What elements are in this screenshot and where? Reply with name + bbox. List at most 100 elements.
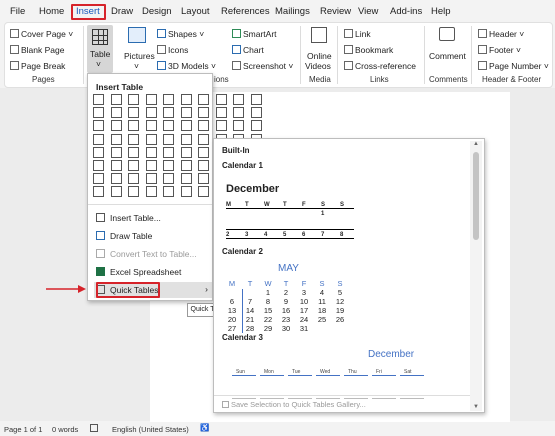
table-grid-cell[interactable] — [128, 94, 139, 105]
table-grid-cell[interactable] — [128, 146, 139, 158]
table-grid-cell[interactable] — [128, 120, 139, 132]
3d-models-button[interactable]: 3D Models ˅ — [157, 61, 216, 71]
table-grid-cell[interactable] — [110, 107, 122, 119]
table-grid-cell[interactable] — [93, 94, 104, 105]
table-grid-cell[interactable] — [145, 160, 157, 171]
table-grid-cell[interactable] — [250, 94, 262, 105]
table-grid-cell[interactable] — [180, 94, 192, 105]
page-count[interactable]: Page 1 of 1 — [4, 425, 42, 434]
table-grid-cell[interactable] — [163, 186, 174, 198]
table-grid-cell[interactable] — [145, 133, 157, 145]
table-grid-cell[interactable] — [145, 186, 157, 198]
rule — [226, 208, 354, 209]
excel-spreadsheet-item[interactable]: Excel Spreadsheet — [94, 264, 212, 280]
table-grid-cell[interactable] — [215, 94, 227, 105]
smartart-button[interactable]: SmartArt — [232, 29, 277, 39]
table-grid-cell[interactable] — [110, 120, 122, 132]
table-grid-cell[interactable] — [93, 160, 104, 171]
table-grid-cell[interactable] — [163, 173, 174, 185]
table-grid-cell[interactable] — [233, 94, 244, 105]
pictures-button[interactable]: Pictures ˅ — [121, 27, 155, 73]
table-button[interactable]: Table ˅ — [87, 25, 113, 73]
table-grid-cell[interactable] — [198, 160, 209, 171]
table-grid-cell[interactable] — [145, 173, 157, 185]
comment-button[interactable]: Comment — [427, 27, 467, 73]
table-grid-cell[interactable] — [93, 107, 104, 119]
bookmark-button[interactable]: Bookmark — [344, 45, 393, 55]
table-grid-cell[interactable] — [250, 107, 262, 119]
shapes-button[interactable]: Shapes ˅ — [157, 29, 204, 39]
calendar-2-option[interactable]: Calendar 2 MAY M T W T F S S 1 2 3 4 5 6 7 8 9 10 11 12 13 1… — [222, 245, 474, 333]
table-grid-cell[interactable] — [145, 107, 157, 119]
table-grid-cell[interactable] — [128, 133, 139, 145]
table-grid-cell[interactable] — [93, 186, 104, 198]
table-grid-cell[interactable] — [145, 120, 157, 132]
table-grid-cell[interactable] — [163, 160, 174, 171]
table-grid-cell[interactable] — [93, 120, 104, 132]
link-button[interactable]: Link — [344, 29, 371, 39]
blank-page-button[interactable]: Blank Page — [10, 45, 64, 55]
page-number-button[interactable]: Page Number ˅ — [478, 61, 549, 71]
table-grid-cell[interactable] — [198, 94, 209, 105]
proofing-icon[interactable] — [90, 424, 98, 432]
table-grid-cell[interactable] — [198, 120, 209, 132]
scroll-down-icon[interactable]: ▼ — [473, 404, 479, 410]
header-button[interactable]: Header ˅ — [478, 29, 524, 39]
calendar-1-option[interactable]: Calendar 1 December M 2 T 3 W 4 T 5 F 6 S 1 7 S 8 — [222, 159, 474, 243]
footer-button[interactable]: Footer ˅ — [478, 45, 521, 55]
table-grid-cell[interactable] — [110, 146, 122, 158]
table-grid-cell[interactable] — [180, 120, 192, 132]
table-grid-cell[interactable] — [180, 107, 192, 119]
table-grid-cell[interactable] — [128, 160, 139, 171]
table-grid-cell[interactable] — [215, 120, 227, 132]
table-grid-cell[interactable] — [250, 120, 262, 132]
table-grid-cell[interactable] — [128, 173, 139, 185]
language-status[interactable]: English (United States) — [112, 425, 189, 434]
chart-button[interactable]: Chart — [232, 45, 264, 55]
table-grid-cell[interactable] — [163, 120, 174, 132]
day-cell: 7 — [247, 297, 253, 306]
word-count[interactable]: 0 words — [52, 425, 78, 434]
table-grid-cell[interactable] — [198, 133, 209, 145]
page-break-button[interactable]: Page Break — [10, 61, 65, 71]
insert-table-item[interactable]: Insert Table... — [94, 210, 212, 226]
table-grid-cell[interactable] — [198, 186, 209, 198]
table-grid-cell[interactable] — [110, 94, 122, 105]
table-grid-cell[interactable] — [180, 173, 192, 185]
table-grid-cell[interactable] — [110, 133, 122, 145]
table-grid-cell[interactable] — [128, 107, 139, 119]
scroll-up-icon[interactable]: ▲ — [473, 141, 479, 147]
table-grid-cell[interactable] — [180, 160, 192, 171]
table-grid-cell[interactable] — [163, 107, 174, 119]
cover-page-button[interactable]: Cover Page ˅ — [10, 29, 73, 39]
table-grid-cell[interactable] — [198, 107, 209, 119]
accessibility-icon[interactable]: ♿ — [200, 423, 209, 432]
table-grid-cell[interactable] — [93, 133, 104, 145]
icons-button[interactable]: Icons — [157, 45, 188, 55]
calendar-3-option[interactable]: Calendar 3 December Sun Mon Tue Wed Thu Fri Sa… — [222, 331, 474, 399]
table-grid-cell[interactable] — [215, 107, 227, 119]
gallery-scroll-thumb[interactable] — [473, 152, 479, 240]
table-grid-cell[interactable] — [93, 173, 104, 185]
table-grid-cell[interactable] — [163, 133, 174, 145]
table-grid-cell[interactable] — [110, 186, 122, 198]
draw-table-item[interactable]: Draw Table — [94, 228, 212, 244]
cross-reference-button[interactable]: Cross-reference — [344, 61, 416, 71]
table-grid-cell[interactable] — [180, 133, 192, 145]
table-grid-cell[interactable] — [180, 186, 192, 198]
table-grid-cell[interactable] — [145, 94, 157, 105]
table-grid-cell[interactable] — [198, 173, 209, 185]
table-grid-cell[interactable] — [128, 186, 139, 198]
screenshot-button[interactable]: Screenshot ˅ — [232, 61, 293, 71]
online-videos-button[interactable]: Online Videos — [304, 27, 334, 73]
table-grid-cell[interactable] — [233, 120, 244, 132]
table-grid-cell[interactable] — [163, 146, 174, 158]
table-grid-cell[interactable] — [180, 146, 192, 158]
table-grid-cell[interactable] — [110, 173, 122, 185]
table-grid-cell[interactable] — [145, 146, 157, 158]
table-grid-cell[interactable] — [198, 146, 209, 158]
table-grid-cell[interactable] — [110, 160, 122, 171]
table-grid-cell[interactable] — [233, 107, 244, 119]
table-grid-cell[interactable] — [93, 146, 104, 158]
table-grid-cell[interactable] — [163, 94, 174, 105]
